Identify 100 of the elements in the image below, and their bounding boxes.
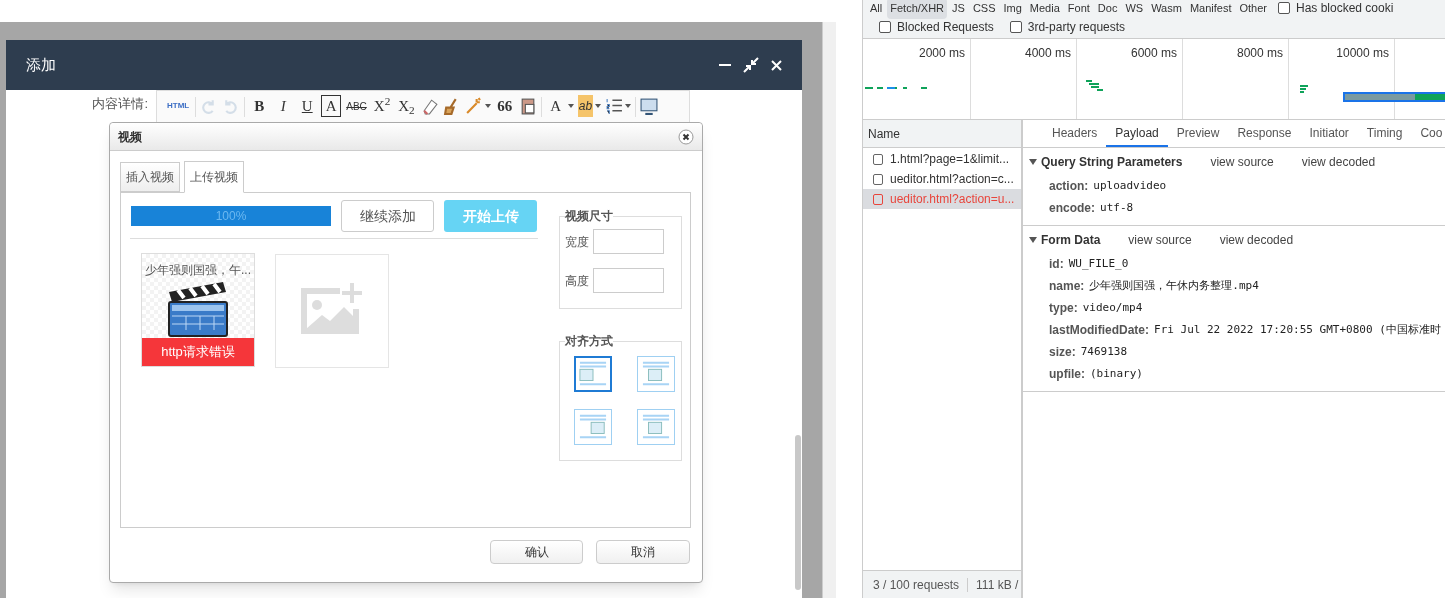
cancel-button[interactable]: 取消 — [596, 540, 690, 564]
column-header[interactable]: Name — [868, 124, 900, 143]
continue-add-button[interactable]: 继续添加 — [341, 200, 434, 232]
clapperboard-icon — [166, 280, 230, 338]
request-name: ueditor.html?action=c... — [890, 171, 1014, 188]
tick-label: 2000 ms — [918, 45, 965, 62]
toolbar-button[interactable]: ABC — [345, 95, 368, 117]
toolbar-button[interactable]: A — [545, 95, 566, 117]
tab[interactable]: Timing — [1357, 120, 1412, 147]
field-label: 内容详情: — [92, 95, 148, 113]
tick-label: 4000 ms — [1024, 45, 1071, 62]
caret-icon[interactable] — [484, 104, 491, 108]
tab[interactable]: Payload — [1106, 120, 1168, 147]
section-title[interactable]: Query String Parameters — [1041, 152, 1183, 171]
close-icon[interactable] — [678, 128, 694, 145]
tab[interactable]: Initiator — [1300, 120, 1358, 147]
toolbar-button[interactable]: HTML — [165, 95, 192, 117]
filter-tab[interactable]: CSS — [969, 0, 999, 19]
param-key: upfile: — [1049, 365, 1085, 383]
link[interactable]: view source — [1128, 230, 1192, 249]
error-message: http请求错误 — [142, 338, 254, 366]
preview-icon[interactable] — [640, 97, 659, 115]
scrollbar[interactable] — [795, 435, 801, 590]
group-title: 对齐方式 — [565, 333, 613, 350]
tab[interactable]: Preview — [1167, 120, 1229, 147]
caret-icon[interactable] — [1029, 235, 1037, 244]
tab[interactable]: Response — [1228, 120, 1301, 147]
caret-icon[interactable] — [625, 104, 632, 108]
group-title: 视频尺寸 — [565, 208, 613, 225]
toolbar-button[interactable]: 66 — [494, 95, 515, 117]
request-name: ueditor.html?action=u... — [890, 191, 1015, 208]
param-value: Fri Jul 22 2022 17:20:55 GMT+0800 (中国标准时 — [1154, 321, 1441, 338]
toolbar-button[interactable]: ab — [577, 95, 594, 117]
filter-tab[interactable]: Media — [1026, 0, 1063, 19]
progress-text: 100% — [214, 208, 248, 225]
param-value: utf-8 — [1100, 199, 1134, 216]
checkbox[interactable] — [873, 193, 883, 205]
toolbar-button[interactable]: A — [321, 95, 342, 117]
checkbox-label: Blocked Requests — [897, 19, 994, 36]
toolbar-button[interactable]: U — [297, 95, 318, 117]
param-key: lastModifiedDate: — [1049, 321, 1149, 339]
tab[interactable]: 上传视频 — [184, 161, 244, 193]
shrink-icon[interactable] — [743, 57, 759, 73]
param-value: 7469138 — [1080, 343, 1128, 360]
caret-icon[interactable] — [595, 104, 602, 108]
link[interactable]: view decoded — [1301, 152, 1376, 171]
input-field[interactable] — [593, 268, 664, 293]
param-key: type: — [1049, 299, 1078, 317]
param-value: (binary) — [1090, 365, 1143, 382]
param-key: encode: — [1049, 199, 1095, 217]
file-tile[interactable]: 少年强则国强，午... http请求错误 — [141, 253, 255, 367]
alignment-option[interactable] — [574, 356, 612, 392]
tab[interactable]: Headers — [1043, 120, 1107, 147]
tick-label: 6000 ms — [1130, 45, 1177, 62]
filter-tab[interactable]: Other — [1236, 0, 1270, 19]
filter-tab[interactable]: WS — [1122, 0, 1147, 19]
param-key: name: — [1049, 277, 1085, 295]
field-label: 高度 — [565, 272, 589, 290]
param-key: action: — [1049, 177, 1089, 195]
param-value: WU_FILE_0 — [1068, 255, 1129, 272]
input-field[interactable] — [593, 229, 664, 254]
tab[interactable]: 插入视频 — [120, 162, 180, 192]
field-label: 宽度 — [565, 233, 589, 251]
param-value: uploadvideo — [1093, 177, 1167, 194]
confirm-button[interactable]: 确认 — [490, 540, 583, 564]
tick-label: 10000 ms — [1336, 45, 1389, 62]
dialog-title: 添加 — [26, 54, 57, 75]
filter-tab[interactable]: Doc — [1094, 0, 1121, 19]
section-title[interactable]: Form Data — [1041, 230, 1101, 249]
toolbar-button[interactable]: X$_{2}$ — [396, 95, 417, 117]
toolbar-button[interactable]: B — [249, 95, 270, 117]
dialog-title: 视频 — [118, 128, 143, 146]
filter-tab[interactable]: Wasm — [1148, 0, 1185, 19]
caret-icon[interactable] — [567, 104, 574, 108]
param-value: video/mp4 — [1082, 299, 1143, 316]
link[interactable]: view source — [1210, 152, 1274, 171]
toolbar-button[interactable]: I — [273, 95, 294, 117]
eraser-icon[interactable] — [420, 97, 439, 115]
add-file-tile[interactable] — [275, 254, 389, 368]
request-name: 1.html?page=1&limit... — [890, 151, 1010, 168]
checkbox[interactable] — [1278, 2, 1290, 15]
checkbox-label: 3rd-party requests — [1027, 19, 1126, 36]
filter-tab[interactable]: Font — [1064, 0, 1093, 19]
checkbox-label: Has blocked cooki — [1296, 0, 1394, 18]
filter-tab[interactable]: Img — [1000, 0, 1025, 19]
filter-tab[interactable]: Manifest — [1186, 0, 1235, 19]
transfer-size: 111 kB / — [976, 576, 1019, 594]
tab[interactable]: Coo — [1411, 120, 1445, 147]
link[interactable]: view decoded — [1219, 230, 1294, 249]
filter-tab[interactable]: All — [867, 0, 886, 19]
caret-icon[interactable] — [1029, 157, 1037, 166]
filter-tab[interactable]: Fetch/XHR — [887, 0, 948, 19]
checkbox[interactable] — [873, 153, 883, 165]
list-icon[interactable] — [605, 97, 624, 115]
param-key: size: — [1049, 343, 1076, 361]
checkbox[interactable] — [873, 173, 883, 185]
checkbox[interactable] — [1009, 21, 1022, 33]
filter-tab[interactable]: JS — [949, 0, 968, 19]
toolbar-button[interactable]: X$^{2}$ — [371, 95, 393, 117]
checkbox[interactable] — [879, 21, 891, 33]
